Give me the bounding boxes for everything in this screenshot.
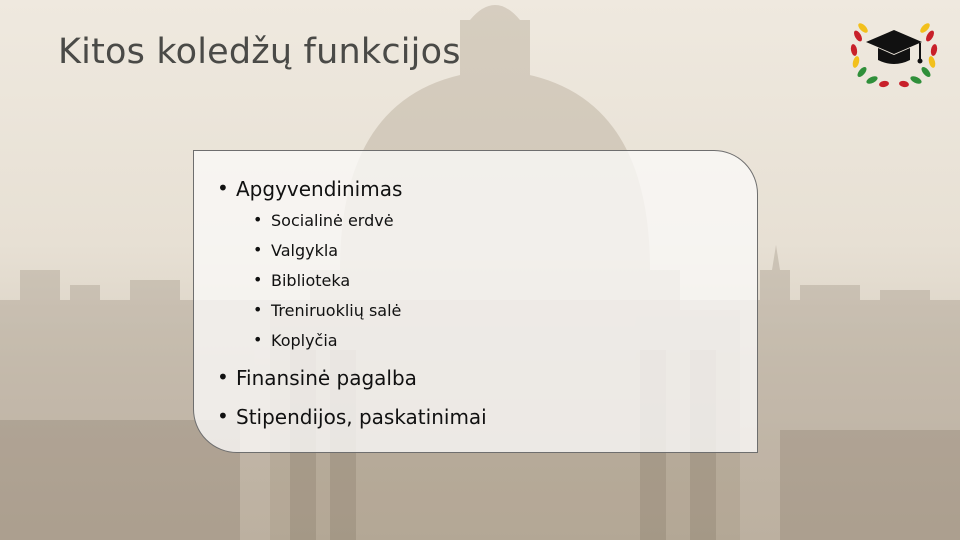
list-item: Stipendijos, paskatinimai [217, 404, 487, 429]
list-item: Valgykla [253, 240, 338, 260]
list-item: Biblioteka [253, 270, 350, 290]
slide: Kitos koledžų funkcijos • Apgyvendinimas… [0, 0, 960, 540]
list-item: Socialinė erdvė [253, 210, 393, 230]
graduation-cap-logo-icon [850, 23, 938, 88]
list-item: Koplyčia [253, 330, 338, 350]
list-item: Treniruoklių salė [253, 300, 401, 320]
list-item: Finansinė pagalba [217, 365, 417, 390]
slide-title: Kitos koledžų funkcijos [58, 32, 461, 72]
content-panel: Apgyvendinimas Socialinė erdvė Valgykla … [193, 150, 758, 453]
list-item: Apgyvendinimas [217, 176, 402, 201]
